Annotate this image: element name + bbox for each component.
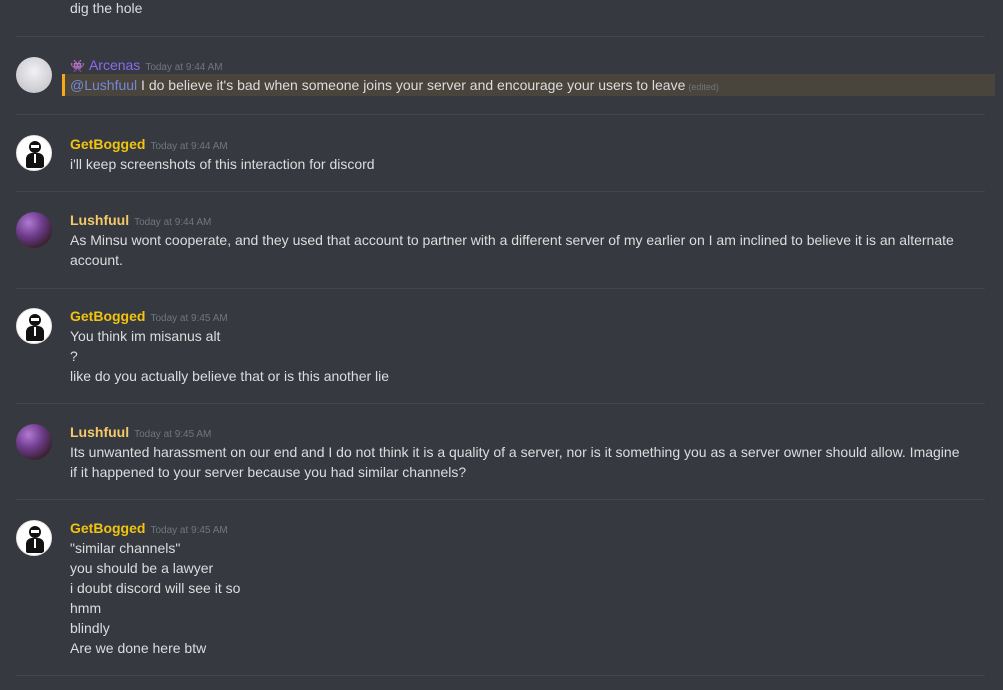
message-text: "similar channels" xyxy=(70,540,181,556)
message-text: i'll keep screenshots of this interactio… xyxy=(70,156,375,172)
avatar[interactable] xyxy=(16,520,52,556)
message-divider xyxy=(16,675,985,676)
message-header: 👾 Arcenas Today at 9:44 AM xyxy=(70,57,223,75)
figure-icon xyxy=(25,314,45,341)
message-text: i doubt discord will see it so xyxy=(70,580,241,596)
avatar[interactable] xyxy=(16,308,52,344)
message-text: As Minsu wont cooperate, and they used t… xyxy=(70,232,954,268)
timestamp: Today at 9:45 AM xyxy=(150,525,228,536)
message-header: Lushfuul Today at 9:44 AM xyxy=(70,212,211,230)
message-text: blindly xyxy=(70,620,110,636)
message-header: GetBogged Today at 9:45 AM xyxy=(70,520,228,538)
message-divider xyxy=(16,288,985,289)
timestamp: Today at 9:44 AM xyxy=(150,141,228,152)
message-text: Its unwanted harassment on our end and I… xyxy=(70,444,960,480)
avatar[interactable] xyxy=(16,424,52,460)
chat-messages: dig the hole 👾 Arcenas Today at 9:44 AM @L… xyxy=(0,0,1003,690)
message-divider xyxy=(16,499,985,500)
avatar[interactable] xyxy=(16,57,52,93)
message-text: You think im misanus alt xyxy=(70,328,221,344)
username[interactable]: Lushfuul xyxy=(70,212,129,228)
user-mention[interactable]: @Lushfuul xyxy=(70,77,137,93)
message-divider xyxy=(16,403,985,404)
username[interactable]: GetBogged xyxy=(70,136,145,152)
message-divider xyxy=(16,114,985,115)
figure-icon xyxy=(25,526,45,553)
message-header: Lushfuul Today at 9:45 AM xyxy=(70,424,211,442)
timestamp: Today at 9:45 AM xyxy=(134,429,212,440)
timestamp: Today at 9:45 AM xyxy=(150,313,228,324)
message-text: like do you actually believe that or is … xyxy=(70,368,390,384)
message-header: GetBogged Today at 9:44 AM xyxy=(70,136,228,154)
timestamp: Today at 9:44 AM xyxy=(145,62,223,73)
username[interactable]: Lushfuul xyxy=(70,424,129,440)
avatar[interactable] xyxy=(16,135,52,171)
message-text: @Lushfuul I do believe it's bad when som… xyxy=(70,77,719,93)
message-text: Are we done here btw xyxy=(70,640,207,656)
message-text: you should be a lawyer xyxy=(70,560,214,576)
message-divider xyxy=(16,36,985,37)
figure-icon xyxy=(25,141,45,168)
message-text: ? xyxy=(70,348,78,364)
message-header: GetBogged Today at 9:45 AM xyxy=(70,308,228,326)
message-divider xyxy=(16,191,985,192)
timestamp: Today at 9:44 AM xyxy=(134,217,212,228)
alien-monster-icon: 👾 xyxy=(70,59,85,73)
username[interactable]: Arcenas xyxy=(89,57,140,73)
edited-label: (edited) xyxy=(688,82,719,92)
username[interactable]: GetBogged xyxy=(70,520,145,536)
message-text: dig the hole xyxy=(70,0,143,16)
message-text: hmm xyxy=(70,600,102,616)
username[interactable]: GetBogged xyxy=(70,308,145,324)
avatar[interactable] xyxy=(16,212,52,248)
